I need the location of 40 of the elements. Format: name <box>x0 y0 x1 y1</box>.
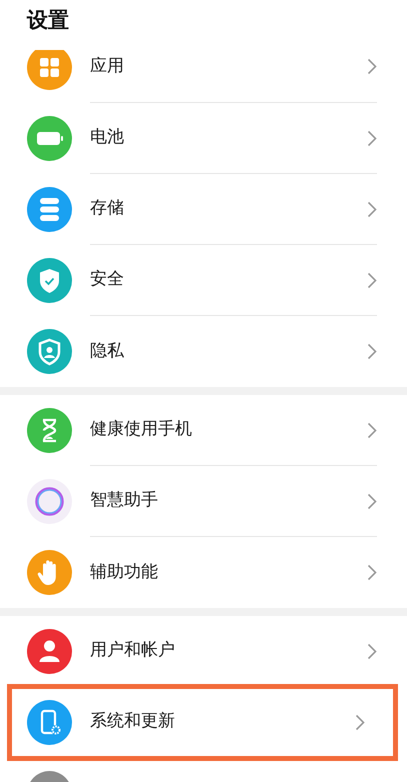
user-icon <box>27 629 72 674</box>
chevron-icon <box>367 58 377 75</box>
chevron-icon <box>367 642 377 660</box>
settings-item[interactable]: 智慧助手 <box>0 466 407 537</box>
settings-item[interactable]: 安全 <box>0 245 407 316</box>
chevron-icon <box>367 343 377 360</box>
hourglass-icon <box>27 408 72 453</box>
chevron-icon <box>367 200 377 218</box>
chevron-icon <box>355 714 365 730</box>
shield-check-icon <box>27 258 72 303</box>
shield-person-icon <box>27 329 72 374</box>
chevron-icon <box>367 564 377 581</box>
settings-item[interactable]: 应用 <box>0 50 407 103</box>
item-label: 存储 <box>90 197 125 220</box>
item-label: 健康使用手机 <box>90 418 193 442</box>
item-label: 电池 <box>90 126 125 150</box>
chevron-icon <box>367 272 377 288</box>
storage-icon <box>27 187 72 232</box>
item-label: 智慧助手 <box>90 489 159 512</box>
phone-gear-icon <box>27 700 72 745</box>
battery-icon <box>27 116 72 161</box>
settings-item[interactable]: 电池 <box>0 103 407 174</box>
settings-item[interactable]: 辅助功能 <box>0 537 407 608</box>
page-title: 设置 <box>27 8 69 32</box>
item-label: 隐私 <box>90 340 125 363</box>
settings-item[interactable]: 系统和更新 <box>10 687 395 758</box>
hand-icon <box>27 550 72 595</box>
item-label: 系统和更新 <box>90 710 176 734</box>
item-label: 安全 <box>90 268 125 292</box>
settings-item[interactable]: 隐私 <box>0 316 407 387</box>
ring-icon <box>27 479 72 524</box>
item-label: 应用 <box>90 54 125 78</box>
chevron-icon <box>367 130 377 146</box>
item-label: 辅助功能 <box>90 560 159 584</box>
settings-item[interactable]: 存储 <box>0 174 407 245</box>
chevron-icon <box>367 492 377 510</box>
settings-item[interactable]: 健康使用手机 <box>0 395 407 466</box>
chevron-icon <box>367 422 377 438</box>
item-label: 用户和帐户 <box>90 639 176 662</box>
settings-item[interactable]: 用户和帐户 <box>0 616 407 687</box>
